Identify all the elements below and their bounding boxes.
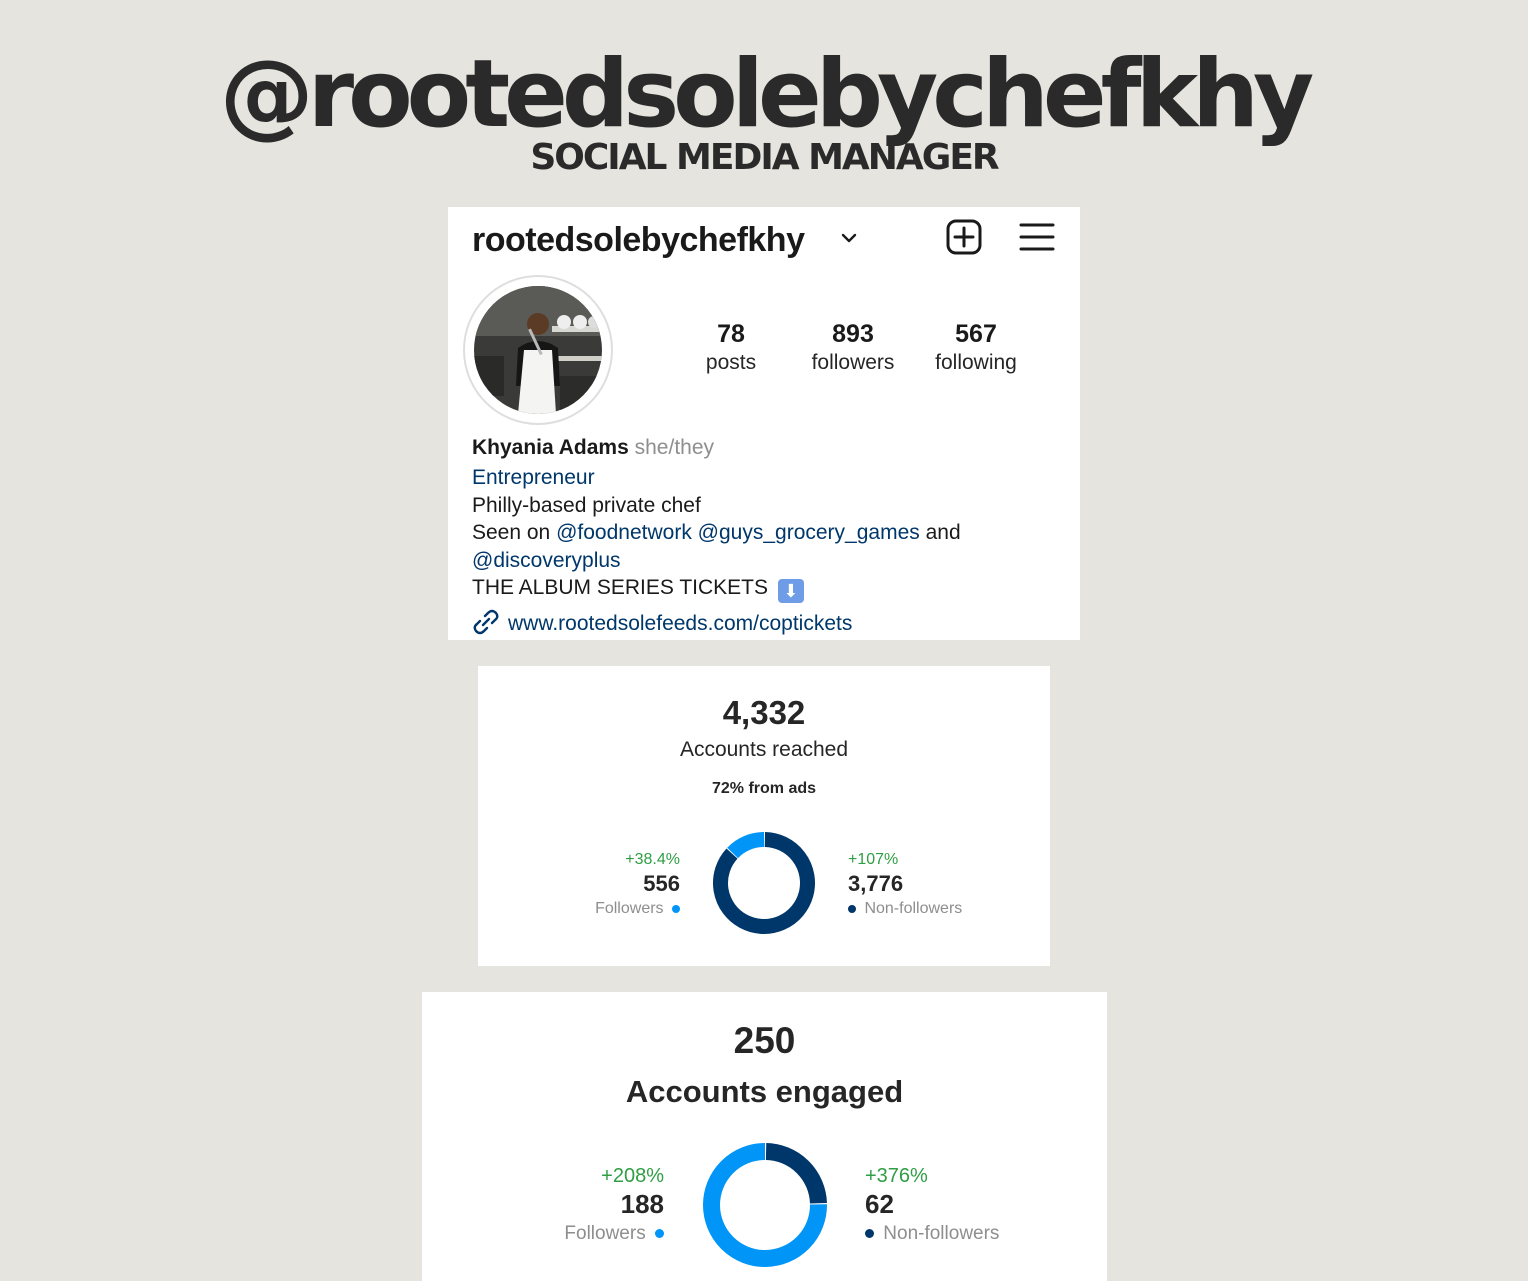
engaged-total: 250 xyxy=(733,1020,796,1061)
stat-followers[interactable]: 893 followers xyxy=(793,319,913,377)
reach-nonfollowers-label: Non-followers xyxy=(864,900,963,917)
profile-pronouns: she/they xyxy=(634,436,715,459)
bio-category-row: Entrepreneur xyxy=(472,464,1072,491)
stat-value: 893 xyxy=(832,320,874,348)
profile-name: Khyania Adams xyxy=(472,436,629,459)
reach-nonfollowers-change: +107% xyxy=(848,851,899,868)
bio-name-row: Khyania Adams she/they xyxy=(472,434,1072,461)
reach-donut-chart xyxy=(713,832,815,934)
mention-link[interactable]: @guys_grocery_games xyxy=(698,521,920,544)
add-post-icon[interactable] xyxy=(945,218,983,261)
reach-followers-block: +38.4% 556 Followers xyxy=(538,850,680,920)
legend-dot-followers xyxy=(672,904,680,913)
profile-card: rootedsolebychefkhy 78 posts 893 followe… xyxy=(448,207,1080,640)
donut-segment-followers xyxy=(727,832,765,859)
stat-label: posts xyxy=(705,351,757,374)
stat-label: following xyxy=(935,351,1017,374)
bio-album: THE ALBUM SERIES TICKETS xyxy=(472,576,769,599)
reach-followers-change: +38.4% xyxy=(625,851,680,868)
profile-link-row[interactable]: www.rootedsolefeeds.com/coptickets xyxy=(472,609,852,639)
engaged-followers-value: 188 xyxy=(620,1189,664,1219)
engaged-followers-change: +208% xyxy=(601,1165,664,1187)
link-icon xyxy=(472,608,500,641)
bio-and: and xyxy=(925,521,961,544)
stat-value: 567 xyxy=(955,320,997,348)
chevron-down-icon[interactable] xyxy=(840,229,858,252)
avatar[interactable] xyxy=(474,286,602,414)
reach-followers-value: 556 xyxy=(643,871,680,896)
reach-nonfollowers-block: +107% 3,776 Non-followers xyxy=(848,850,1038,920)
hero-title: @rootedsolebychefkhy xyxy=(219,40,1315,149)
accounts-reached-card: 4,332 Accounts reached 72% from ads +38.… xyxy=(478,666,1050,966)
legend-dot-followers xyxy=(655,1229,664,1239)
profile-category[interactable]: Entrepreneur xyxy=(472,466,595,489)
engaged-nonfollowers-label: Non-followers xyxy=(883,1223,1000,1244)
mention-link[interactable]: @discoveryplus xyxy=(472,549,621,572)
hero-subtitle: SOCIAL MEDIA MANAGER xyxy=(530,137,999,178)
hamburger-menu-icon[interactable] xyxy=(1019,221,1055,258)
engaged-label: Accounts engaged xyxy=(625,1074,904,1109)
bio-tag-row: @discoveryplus xyxy=(472,547,1072,574)
reach-total: 4,332 xyxy=(722,694,806,731)
bio-seen-row: Seen on @foodnetwork @guys_grocery_games… xyxy=(472,519,1072,546)
bio-album-row: THE ALBUM SERIES TICKETS ⬇ xyxy=(472,574,1072,603)
legend-dot-nonfollowers xyxy=(848,904,856,913)
stat-posts[interactable]: 78 posts xyxy=(671,319,791,377)
legend-dot-nonfollowers xyxy=(865,1229,874,1239)
engaged-followers-block: +208% 188 Followers xyxy=(482,1164,664,1247)
accounts-engaged-card: 250 Accounts engaged +208% 188 Followers… xyxy=(422,992,1107,1281)
stat-label: followers xyxy=(811,351,895,374)
profile-website-link[interactable]: www.rootedsolefeeds.com/coptickets xyxy=(508,612,852,636)
engaged-nonfollowers-block: +376% 62 Non-followers xyxy=(865,1164,1085,1247)
reach-followers-label: Followers xyxy=(595,900,664,917)
profile-username[interactable]: rootedsolebychefkhy xyxy=(472,221,805,260)
engaged-followers-label: Followers xyxy=(564,1223,646,1244)
avatar-ring[interactable] xyxy=(463,275,613,425)
engaged-donut-chart xyxy=(703,1143,827,1267)
donut-segment-nonfollowers xyxy=(765,1143,827,1204)
mention-link[interactable]: @foodnetwork xyxy=(556,521,692,544)
stat-value: 78 xyxy=(717,320,745,348)
reach-label: Accounts reached xyxy=(679,738,849,761)
reach-nonfollowers-value: 3,776 xyxy=(848,871,904,896)
bio-line: Philly-based private chef xyxy=(472,494,701,517)
bio-seen-prefix: Seen on xyxy=(472,521,551,544)
reach-ads-note: 72% from ads xyxy=(711,780,817,797)
stat-following[interactable]: 567 following xyxy=(916,319,1036,377)
engaged-nonfollowers-change: +376% xyxy=(865,1165,928,1187)
engaged-nonfollowers-value: 62 xyxy=(865,1189,894,1219)
down-arrow-emoji-icon: ⬇ xyxy=(777,579,804,603)
